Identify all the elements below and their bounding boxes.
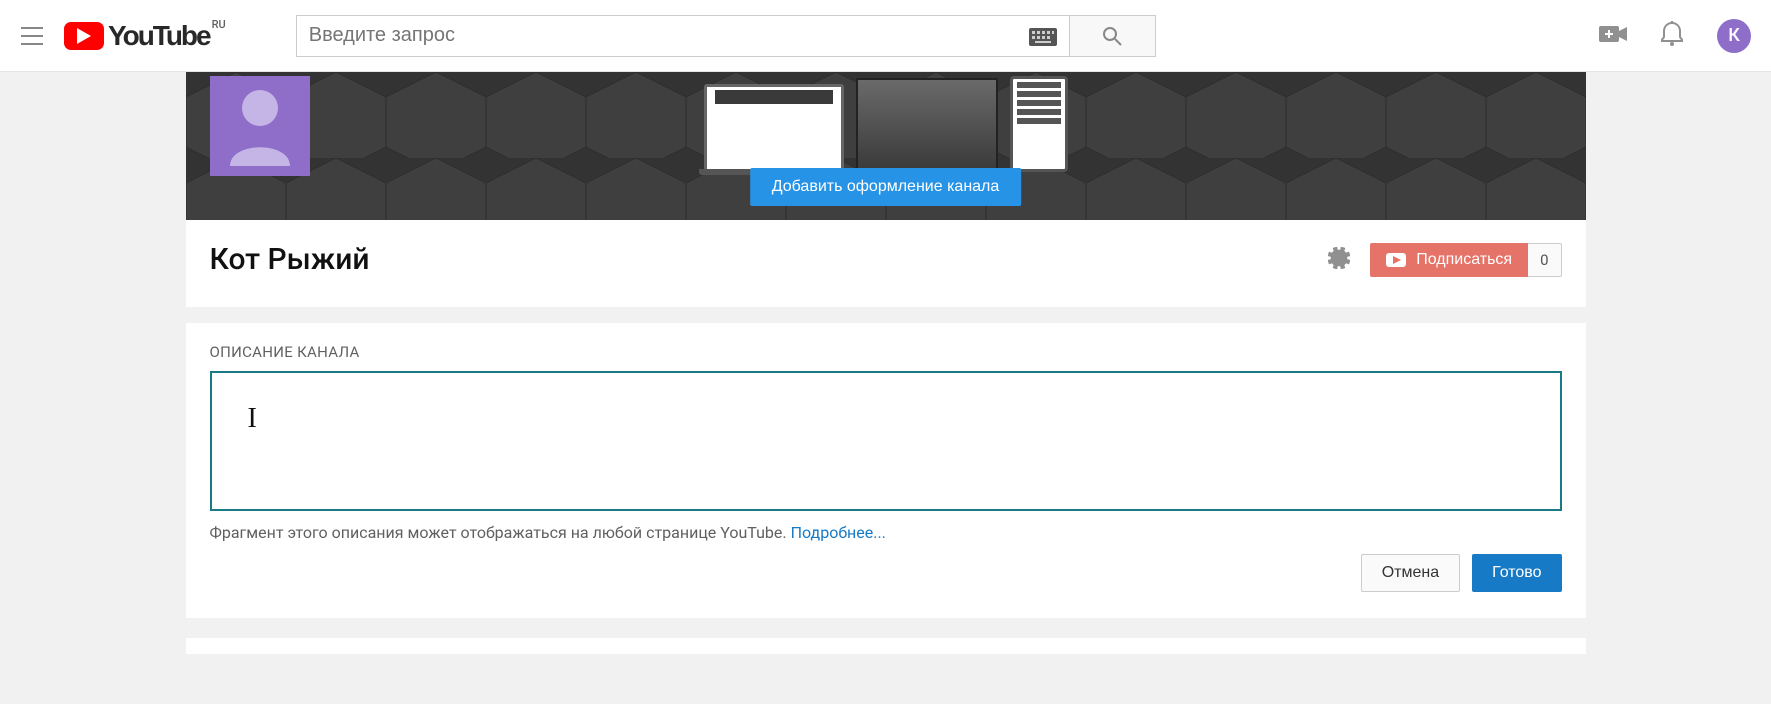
subscriber-count: 0 (1528, 243, 1561, 277)
play-icon (64, 22, 104, 50)
person-icon (225, 86, 295, 166)
subscribe-button[interactable]: Подписаться (1370, 243, 1528, 277)
search-button[interactable] (1070, 15, 1156, 57)
logo-text: YouTube (108, 20, 210, 52)
subscribe-group: Подписаться 0 (1370, 243, 1561, 277)
cancel-button[interactable]: Отмена (1361, 554, 1460, 592)
learn-more-link[interactable]: Подробнее... (791, 523, 886, 542)
search-bar (296, 15, 1156, 57)
next-card-placeholder (186, 638, 1586, 654)
logo-country: RU (212, 18, 226, 31)
user-avatar[interactable]: К (1717, 19, 1751, 53)
channel-description-card: ОПИСАНИЕ КАНАЛА I Фрагмент этого описани… (186, 323, 1586, 618)
main-content: Добавить оформление канала Кот Рыжий Под… (186, 72, 1586, 654)
settings-icon[interactable] (1326, 245, 1352, 275)
laptop-icon (704, 84, 844, 172)
phone-icon (1010, 76, 1068, 172)
description-help-text: Фрагмент этого описания может отображать… (210, 523, 1562, 542)
search-icon (1102, 26, 1122, 46)
channel-header-row: Кот Рыжий Подписаться 0 (186, 220, 1586, 307)
search-input[interactable] (309, 24, 1029, 47)
tv-icon (856, 78, 998, 172)
youtube-logo[interactable]: YouTube RU (64, 20, 226, 52)
app-header: YouTube RU К (0, 0, 1771, 72)
description-actions: Отмена Готово (210, 554, 1562, 592)
channel-banner: Добавить оформление канала (186, 72, 1586, 220)
notifications-icon[interactable] (1661, 21, 1683, 51)
channel-description-input[interactable] (210, 371, 1562, 511)
upload-icon[interactable] (1599, 24, 1627, 48)
subscribe-label: Подписаться (1416, 251, 1512, 269)
search-input-wrap (296, 15, 1070, 57)
add-channel-art-button[interactable]: Добавить оформление канала (750, 168, 1022, 206)
play-icon (1386, 253, 1406, 267)
channel-avatar[interactable] (210, 76, 310, 176)
done-button[interactable]: Готово (1472, 554, 1561, 592)
device-preview (704, 76, 1068, 172)
description-section-label: ОПИСАНИЕ КАНАЛА (210, 343, 1562, 361)
menu-icon[interactable] (20, 24, 44, 48)
keyboard-icon[interactable] (1029, 27, 1057, 45)
header-actions: К (1599, 19, 1751, 53)
channel-name: Кот Рыжий (210, 242, 370, 277)
